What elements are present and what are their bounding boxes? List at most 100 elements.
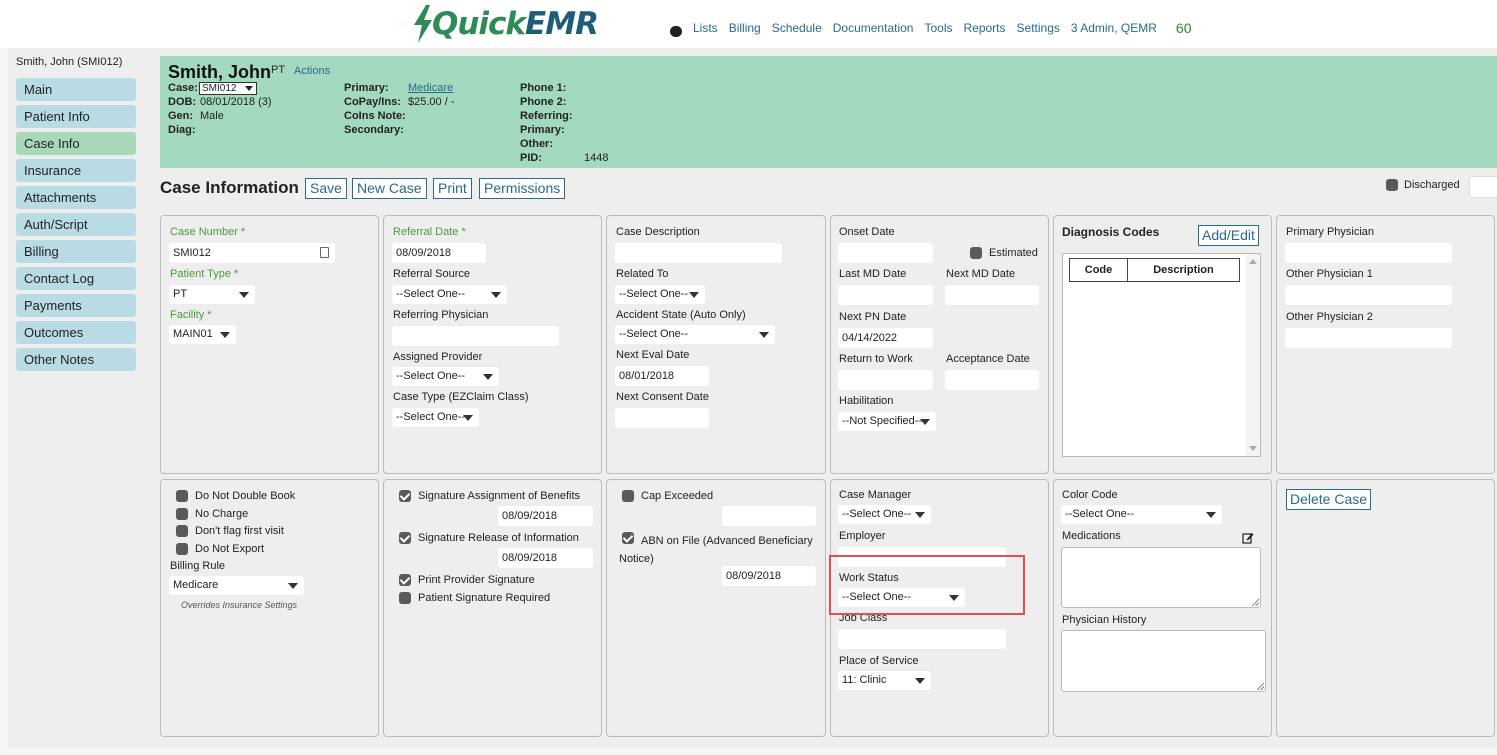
sidebar-item-payments[interactable]: Payments xyxy=(16,294,136,317)
case-label: Case: xyxy=(168,82,198,94)
do-not-export-checkbox[interactable]: Do Not Export xyxy=(176,543,264,555)
assigned-provider-select[interactable]: --Select One-- xyxy=(392,367,499,386)
facility-select[interactable]: MAIN01 xyxy=(169,325,236,344)
place-of-service-select[interactable]: 11: Clinic xyxy=(838,671,931,690)
no-charge-checkbox[interactable]: No Charge xyxy=(176,508,248,520)
do-not-double-book-checkbox[interactable]: Do Not Double Book xyxy=(176,490,295,502)
job-class-input[interactable] xyxy=(838,629,1006,649)
last-md-label: Last MD Date xyxy=(839,268,907,280)
cap-exceeded-input[interactable] xyxy=(722,506,816,526)
sidebar-item-main[interactable]: Main xyxy=(16,78,136,101)
primary-physician-input[interactable] xyxy=(1285,243,1452,263)
acceptance-input[interactable] xyxy=(945,370,1039,390)
print-button[interactable]: Print xyxy=(433,178,472,199)
add-edit-diagnosis-button[interactable]: Add/Edit xyxy=(1198,225,1259,246)
save-button[interactable]: Save xyxy=(305,178,347,199)
patient-type-select[interactable]: PT xyxy=(169,285,255,304)
next-md-input[interactable] xyxy=(945,285,1039,305)
nav-lists[interactable]: Lists xyxy=(693,21,718,35)
accident-state-label: Accident State (Auto Only) xyxy=(616,309,746,321)
checkbox-checked-icon xyxy=(399,532,411,544)
next-eval-input[interactable]: 08/01/2018 xyxy=(615,366,709,386)
sig-release-date-input[interactable]: 08/09/2018 xyxy=(498,548,593,568)
checkbox-icon xyxy=(176,543,188,555)
sidebar-item-other-notes[interactable]: Other Notes xyxy=(16,348,136,371)
discharged-date-input[interactable] xyxy=(1469,176,1497,198)
sig-benefits-date-input[interactable]: 08/09/2018 xyxy=(498,506,593,526)
case-type-label: Case Type (EZClaim Class) xyxy=(393,391,529,403)
delete-case-button[interactable]: Delete Case xyxy=(1286,489,1372,510)
scroll-up-icon[interactable] xyxy=(1249,259,1257,264)
checkbox-icon xyxy=(1386,179,1398,191)
edit-icon[interactable] xyxy=(1242,532,1254,544)
case-description-input[interactable] xyxy=(615,243,782,263)
medications-textarea[interactable] xyxy=(1061,547,1261,608)
sidebar-item-contact-log[interactable]: Contact Log xyxy=(16,267,136,290)
case-manager-select[interactable]: --Select One-- xyxy=(838,505,931,524)
id-card-icon[interactable] xyxy=(320,247,329,258)
other-physician-1-input[interactable] xyxy=(1285,285,1452,305)
next-pn-input[interactable]: 04/14/2022 xyxy=(838,328,933,348)
acceptance-label: Acceptance Date xyxy=(946,353,1030,365)
habilitation-select[interactable]: --Not Specified-- xyxy=(838,412,936,431)
dont-flag-first-visit-checkbox[interactable]: Don't flag first visit xyxy=(176,525,284,537)
new-case-button[interactable]: New Case xyxy=(352,178,427,199)
sidebar-patient-name: Smith, John (SMI012) xyxy=(16,56,123,68)
physician-history-textarea[interactable] xyxy=(1061,630,1266,692)
sidebar-item-auth-script[interactable]: Auth/Script xyxy=(16,213,136,236)
other-physician-2-input[interactable] xyxy=(1285,328,1452,348)
nav-user[interactable]: 3 Admin, QEMR xyxy=(1071,21,1157,35)
print-provider-sig-checkbox[interactable]: Print Provider Signature xyxy=(399,574,535,586)
referring-physician-input[interactable] xyxy=(392,326,559,346)
actions-link[interactable]: Actions xyxy=(294,65,330,77)
accident-state-select[interactable]: --Select One-- xyxy=(615,325,775,344)
chat-bubble-icon[interactable] xyxy=(670,25,682,37)
app-header: QuickEMR Lists Billing Schedule Document… xyxy=(0,0,1497,48)
referral-source-select[interactable]: --Select One-- xyxy=(392,285,507,304)
last-md-input[interactable] xyxy=(838,285,933,305)
checkbox-checked-icon xyxy=(399,490,411,502)
referring-physician-label: Referring Physician xyxy=(393,309,489,321)
nav-billing[interactable]: Billing xyxy=(729,21,761,35)
dob-label: DOB: xyxy=(168,96,197,108)
nav-settings[interactable]: Settings xyxy=(1017,21,1060,35)
sidebar-item-insurance[interactable]: Insurance xyxy=(16,159,136,182)
return-work-input[interactable] xyxy=(838,370,933,390)
estimated-checkbox[interactable]: Estimated xyxy=(970,247,1038,259)
related-to-select[interactable]: --Select One-- xyxy=(615,285,705,304)
nav-tools[interactable]: Tools xyxy=(924,21,952,35)
nav-schedule[interactable]: Schedule xyxy=(772,21,822,35)
next-consent-input[interactable] xyxy=(615,408,709,428)
diag-label: Diag: xyxy=(168,124,196,136)
referral-date-input[interactable]: 08/09/2018 xyxy=(392,243,486,263)
diagnosis-list[interactable]: Code Description xyxy=(1062,253,1261,457)
sidebar: Smith, John (SMI012) Main Patient Info C… xyxy=(8,48,156,755)
sig-benefits-checkbox[interactable]: Signature Assignment of Benefits xyxy=(399,490,580,502)
quickemr-logo[interactable]: QuickEMR xyxy=(412,4,599,44)
sidebar-item-patient-info[interactable]: Patient Info xyxy=(16,105,136,128)
patient-sig-required-checkbox[interactable]: Patient Signature Required xyxy=(399,592,550,604)
sidebar-item-outcomes[interactable]: Outcomes xyxy=(16,321,136,344)
primary-ins-link[interactable]: Medicare xyxy=(408,82,453,94)
case-select[interactable]: SMI012 xyxy=(199,82,257,95)
scroll-down-icon[interactable] xyxy=(1249,446,1257,451)
other-physician-1-label: Other Physician 1 xyxy=(1286,268,1373,280)
diagnosis-codes-title: Diagnosis Codes xyxy=(1062,225,1160,239)
sig-release-checkbox[interactable]: Signature Release of Information xyxy=(399,532,579,544)
case-type-select[interactable]: --Select One-- xyxy=(392,408,479,427)
nav-documentation[interactable]: Documentation xyxy=(833,21,914,35)
sidebar-item-attachments[interactable]: Attachments xyxy=(16,186,136,209)
permissions-button[interactable]: Permissions xyxy=(479,178,566,199)
discharged-checkbox[interactable]: Discharged xyxy=(1386,179,1460,191)
nav-reports[interactable]: Reports xyxy=(963,21,1005,35)
case-number-input[interactable]: SMI012 xyxy=(169,243,335,263)
case-description-label: Case Description xyxy=(616,226,700,238)
cap-exceeded-checkbox[interactable]: Cap Exceeded xyxy=(622,490,713,502)
diagnosis-scrollbar[interactable] xyxy=(1246,254,1260,456)
onset-date-input[interactable] xyxy=(838,243,933,263)
billing-rule-select[interactable]: Medicare xyxy=(169,576,304,595)
abn-date-input[interactable]: 08/09/2018 xyxy=(722,566,816,586)
sidebar-item-case-info[interactable]: Case Info xyxy=(16,132,136,155)
color-code-select[interactable]: --Select One-- xyxy=(1061,505,1222,524)
sidebar-item-billing[interactable]: Billing xyxy=(16,240,136,263)
